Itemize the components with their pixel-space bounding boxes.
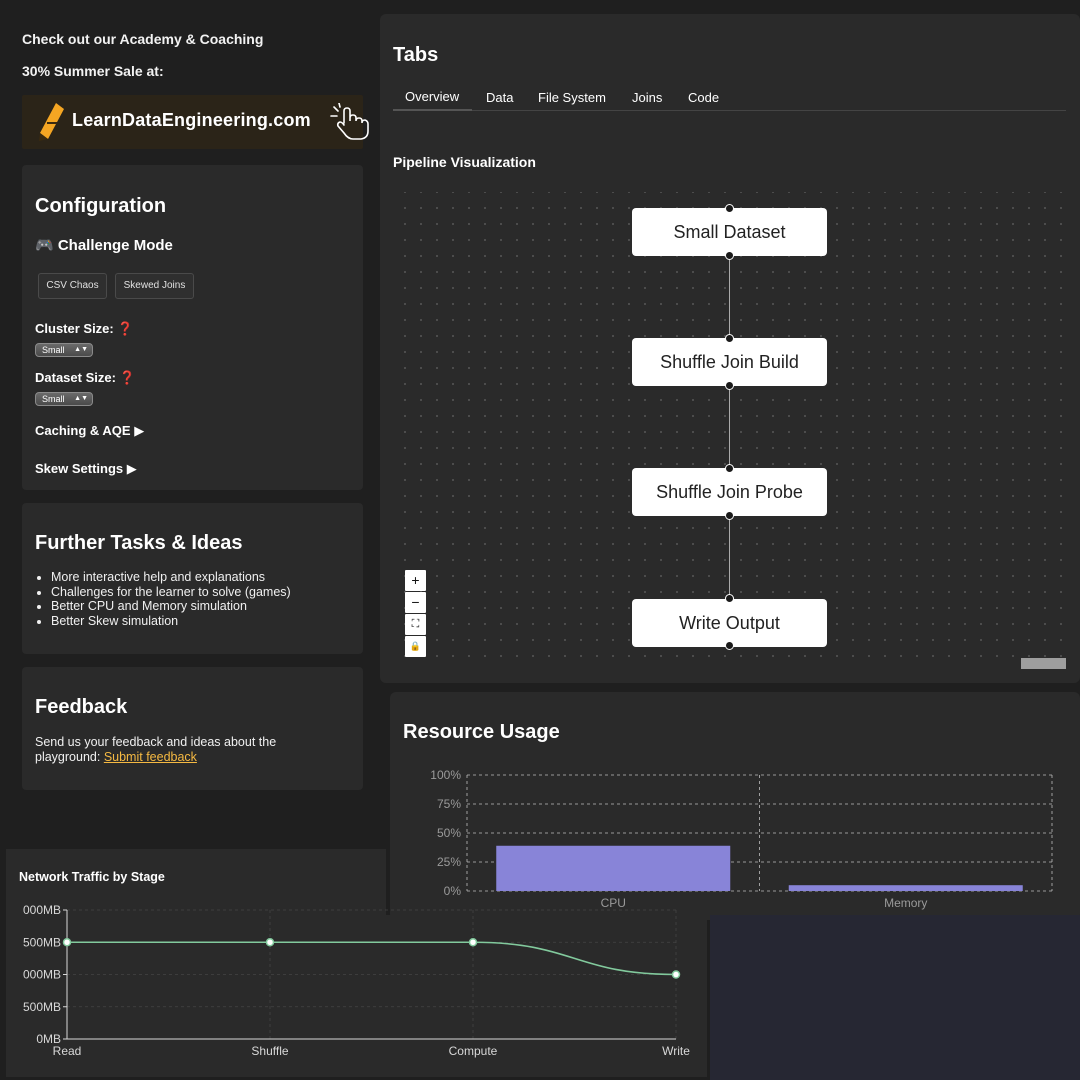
- list-item: Better Skew simulation: [51, 614, 355, 629]
- promo-banner[interactable]: LearnDataEngineering.com: [22, 95, 369, 149]
- data-point-compute: [468, 938, 478, 947]
- bar-cpu: [496, 845, 731, 891]
- x-tick-label: Compute: [449, 1044, 498, 1058]
- minimap[interactable]: [1021, 658, 1066, 669]
- skewed-joins-button[interactable]: Skewed Joins: [115, 273, 194, 299]
- node-handle[interactable]: [725, 511, 734, 520]
- pipeline-edge: [729, 516, 730, 599]
- node-shuffle-join-build[interactable]: Shuffle Join Build: [632, 338, 827, 386]
- network-traffic-chart: 0MB500MB000MB500MB000MBRead Shuffle Comput…: [23, 903, 690, 1058]
- feedback-title: Feedback: [35, 696, 128, 718]
- y-tick-label: 000MB: [23, 903, 61, 917]
- dataset-size-label: Dataset Size:: [35, 370, 116, 385]
- x-tick-label: Read: [53, 1044, 82, 1058]
- tab-file-system[interactable]: File System: [538, 90, 606, 105]
- cluster-size-help-icon[interactable]: ❓: [117, 321, 133, 337]
- node-handle[interactable]: [725, 334, 734, 343]
- dataset-size-select[interactable]: Small ▲▼: [35, 392, 93, 406]
- challenge-mode-title: 🎮 Challenge Mode: [35, 237, 173, 254]
- resource-usage-chart: 0%25%50%75%100%CPU Memory: [430, 768, 1053, 910]
- pipeline-edge: [729, 386, 730, 469]
- banner-text: LearnDataEngineering.com: [72, 110, 311, 130]
- pointing-hand-icon: [330, 103, 369, 140]
- data-point-shuffle: [265, 938, 275, 947]
- cluster-size-select[interactable]: Small ▲▼: [35, 343, 93, 357]
- node-handle[interactable]: [725, 251, 734, 260]
- select-arrows-icon: ▲▼: [74, 395, 88, 402]
- dataset-size-help-icon[interactable]: ❓: [119, 370, 135, 386]
- cluster-size-label: Cluster Size:: [35, 321, 114, 336]
- y-tick-label: 75%: [437, 797, 461, 811]
- tab-code[interactable]: Code: [688, 90, 719, 105]
- node-handle[interactable]: [725, 464, 734, 473]
- x-tick-label: Shuffle: [251, 1044, 288, 1058]
- resource-usage-title: Resource Usage: [403, 721, 560, 743]
- lock-icon[interactable]: 🔒: [405, 636, 426, 657]
- feedback-text: Send us your feedback and ideas about th…: [35, 735, 355, 765]
- empty-region: [710, 915, 1080, 1080]
- network-traffic-title: Network Traffic by Stage: [19, 870, 165, 884]
- y-tick-label: 500MB: [23, 935, 61, 949]
- select-arrows-icon: ▲▼: [74, 346, 88, 353]
- further-tasks-title: Further Tasks & Ideas: [35, 532, 243, 554]
- y-tick-label: 50%: [437, 826, 461, 840]
- y-tick-label: 500MB: [23, 1000, 61, 1014]
- node-handle[interactable]: [725, 594, 734, 603]
- bar-memory: [788, 885, 1023, 891]
- node-write-output[interactable]: Write Output: [632, 599, 827, 647]
- submit-feedback-link[interactable]: Submit feedback: [104, 750, 197, 764]
- fit-view-icon[interactable]: ⛶: [405, 614, 426, 635]
- list-item: Challenges for the learner to solve (gam…: [51, 585, 355, 600]
- pencil-logo-icon: [39, 103, 64, 141]
- y-tick-label: 25%: [437, 855, 461, 869]
- list-item: More interactive help and explanations: [51, 570, 355, 585]
- skew-settings-expander[interactable]: Skew Settings ▶: [35, 461, 137, 477]
- configuration-card: Configuration 🎮 Challenge Mode CSV Chaos…: [22, 165, 363, 490]
- further-tasks-card: Further Tasks & Ideas More interactive h…: [22, 503, 363, 654]
- list-item: Better CPU and Memory simulation: [51, 599, 355, 614]
- zoom-in-button[interactable]: +: [405, 570, 426, 591]
- x-tick-label: Memory: [884, 896, 927, 910]
- node-small-dataset[interactable]: Small Dataset: [632, 208, 827, 256]
- csv-chaos-button[interactable]: CSV Chaos: [38, 273, 107, 299]
- configuration-title: Configuration: [35, 195, 167, 217]
- cluster-size-value: Small: [42, 345, 65, 355]
- network-series-line: [66, 941, 677, 976]
- data-point-read: [62, 938, 72, 947]
- pipeline-edge: [729, 256, 730, 339]
- further-tasks-list: More interactive help and explanations C…: [35, 570, 355, 628]
- y-tick-label: 000MB: [23, 968, 61, 982]
- caching-aqe-expander[interactable]: Caching & AQE ▶: [35, 423, 144, 439]
- x-tick-label: Write: [662, 1044, 690, 1058]
- tab-overview[interactable]: Overview: [405, 89, 459, 104]
- zoom-out-button[interactable]: −: [405, 592, 426, 613]
- y-tick-label: 100%: [430, 768, 461, 782]
- feedback-line1: Send us your feedback and ideas about th…: [35, 735, 277, 749]
- tabs-title: Tabs: [393, 44, 439, 66]
- feedback-line2: playground:: [35, 750, 101, 764]
- feedback-card: Feedback Send us your feedback and ideas…: [22, 667, 363, 790]
- tab-data[interactable]: Data: [486, 90, 513, 105]
- active-tab-indicator: [393, 109, 472, 111]
- node-handle[interactable]: [725, 641, 734, 650]
- pipeline-visualization-title: Pipeline Visualization: [393, 154, 536, 170]
- node-handle[interactable]: [725, 381, 734, 390]
- node-handle[interactable]: [725, 204, 734, 213]
- promo-line-academy: Check out our Academy & Coaching: [22, 31, 264, 47]
- node-shuffle-join-probe[interactable]: Shuffle Join Probe: [632, 468, 827, 516]
- tab-bar-divider: [393, 110, 1066, 111]
- dataset-size-value: Small: [42, 394, 65, 404]
- promo-line-sale: 30% Summer Sale at:: [22, 63, 164, 79]
- tab-joins[interactable]: Joins: [632, 90, 662, 105]
- data-point-write: [671, 970, 681, 979]
